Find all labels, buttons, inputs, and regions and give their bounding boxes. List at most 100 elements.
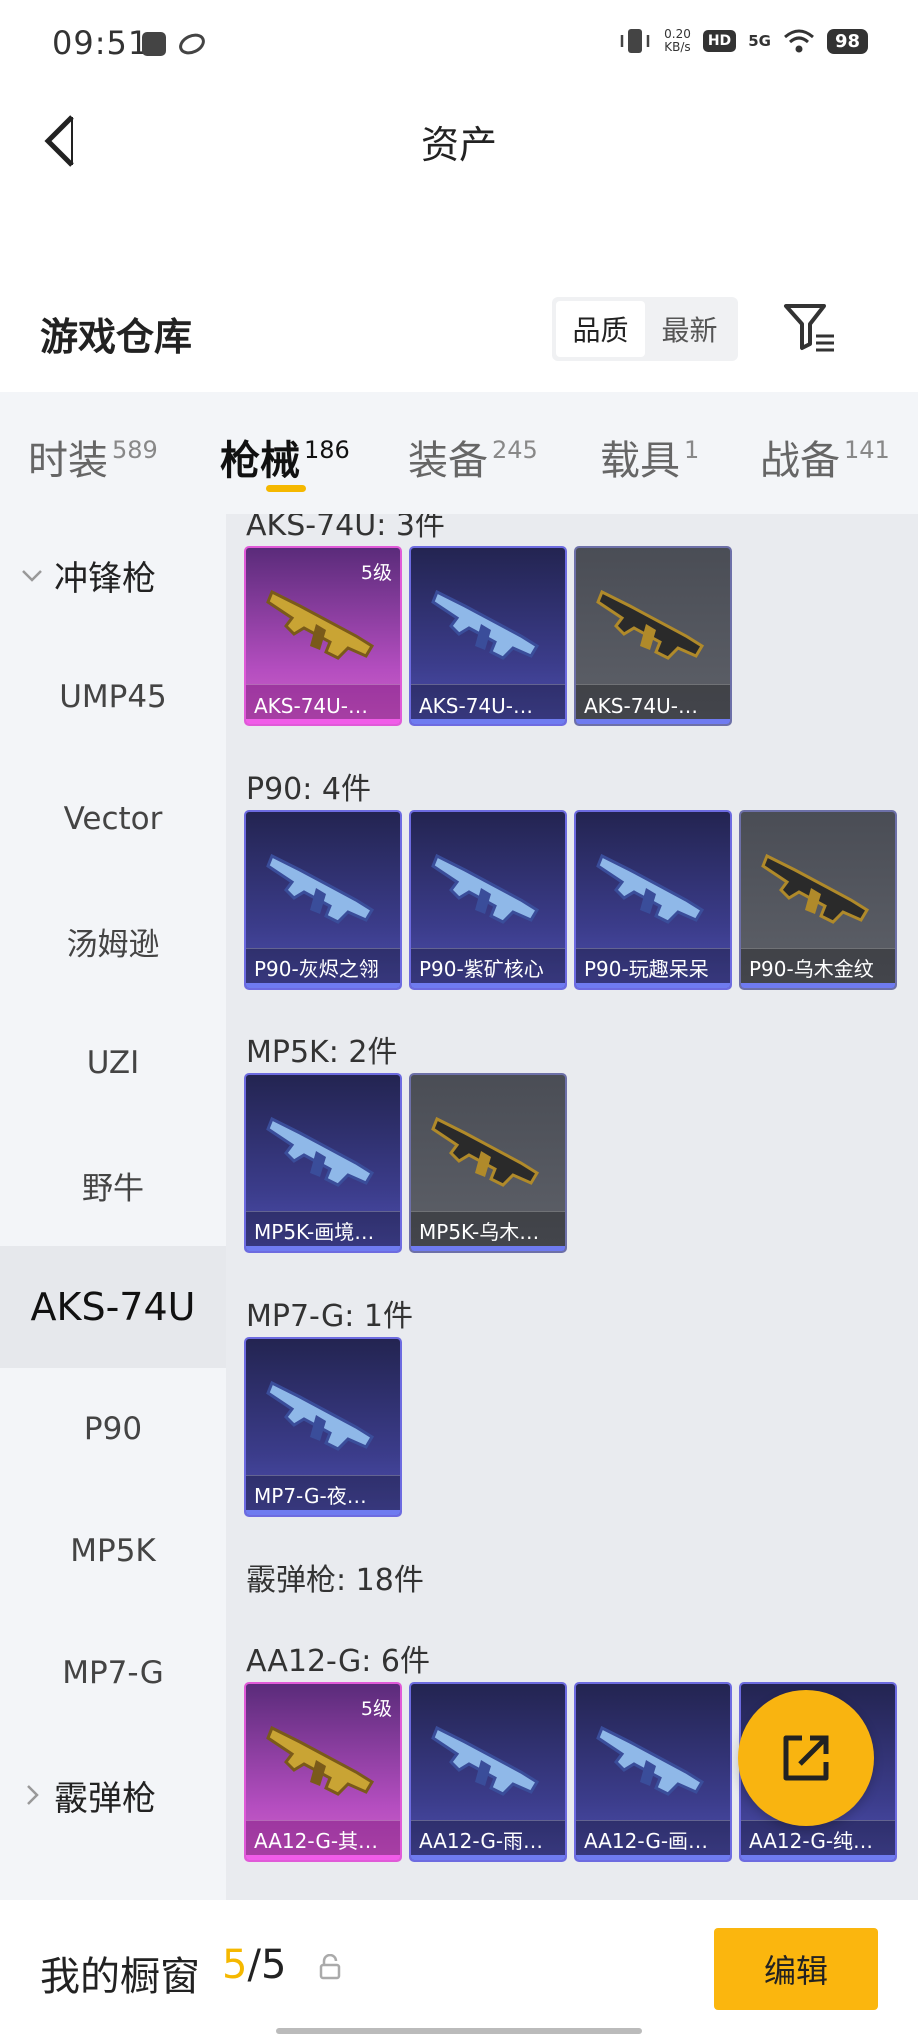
page-title: 资产 xyxy=(420,123,497,167)
showcase-bar: 我的橱窗 5/5 编辑 xyxy=(0,1900,918,2040)
tab-firearms[interactable]: 枪械 186 xyxy=(220,428,350,486)
p90-black-icon xyxy=(761,853,870,924)
quality-stripe xyxy=(246,1855,400,1860)
rifle-blue-icon xyxy=(431,589,540,660)
sidebar-group-smg[interactable]: 冲锋枪 xyxy=(0,514,226,636)
quality-stripe xyxy=(576,983,730,988)
sidebar-item-uzi[interactable]: UZI xyxy=(0,1002,226,1124)
quality-stripe xyxy=(576,719,730,724)
tab-equipment[interactable]: 装备 245 xyxy=(408,428,538,486)
weapon-card[interactable]: MP7-G-夜… xyxy=(244,1337,402,1517)
chevron-down-icon xyxy=(22,570,42,582)
sort-newest-option[interactable]: 最新 xyxy=(645,301,734,357)
vibrate-icon xyxy=(620,29,650,53)
aa12-blue-icon xyxy=(596,1725,705,1796)
weapon-card[interactable]: P90-紫矿核心 xyxy=(409,810,567,990)
showcase-label: 我的橱窗 xyxy=(40,1954,200,2000)
rifle-black-icon xyxy=(596,589,705,660)
weapon-name: AKS-74U-… xyxy=(419,694,534,718)
chevron-right-icon xyxy=(27,1785,39,1805)
section-title: AKS-74U: 3件 xyxy=(246,514,445,543)
tab-supplies[interactable]: 战备 141 xyxy=(760,428,890,486)
weapon-card[interactable]: MP5K-画境… xyxy=(244,1073,402,1253)
weapon-card[interactable]: MP5K-乌木… xyxy=(409,1073,567,1253)
weapon-card[interactable]: 5级 AA12-G-其… xyxy=(244,1682,402,1862)
status-bar: 09:51 0.20 KB/s HD 5G 98 xyxy=(0,0,918,92)
weapon-name: MP5K-乌木… xyxy=(419,1220,540,1244)
p90-purple-icon xyxy=(431,853,540,924)
sidebar-item-bizon[interactable]: 野牛 xyxy=(0,1124,226,1246)
quality-stripe xyxy=(246,1510,400,1515)
battery-icon: 98 xyxy=(826,28,868,54)
section-title: MP7-G: 1件 xyxy=(246,1299,413,1334)
section-title: 霰弹枪: 18件 xyxy=(246,1563,424,1598)
tab-fashion[interactable]: 时装 589 xyxy=(28,428,158,486)
net-speed: 0.20 KB/s xyxy=(664,27,691,54)
p90-ash-icon xyxy=(266,853,375,924)
wifi-icon xyxy=(783,29,814,53)
weapon-card[interactable]: 5级 AKS-74U-… xyxy=(244,546,402,726)
weapon-name: P90-紫矿核心 xyxy=(419,957,544,981)
weapon-card[interactable]: P90-乌木金纹 xyxy=(739,810,897,990)
quality-stripe xyxy=(411,983,565,988)
warehouse-title: 游戏仓库 xyxy=(40,315,193,359)
filter-button[interactable] xyxy=(780,298,840,358)
network-5g-icon: 5G xyxy=(748,32,771,50)
quality-stripe xyxy=(741,983,895,988)
sidebar-item-p90[interactable]: P90 xyxy=(0,1368,226,1490)
header: 资产 xyxy=(0,92,918,192)
sidebar-group-shotgun[interactable]: 霰弹枪 xyxy=(0,1734,226,1856)
tab-vehicles[interactable]: 载具 1 xyxy=(600,428,699,486)
message-icon xyxy=(142,32,166,56)
section-title: AA12-G: 6件 xyxy=(246,1644,430,1679)
quality-stripe xyxy=(741,1855,895,1860)
weapon-type-sidebar: 冲锋枪 UMP45 Vector 汤姆逊 UZI 野牛 AKS-74U P90 … xyxy=(0,514,226,1900)
quality-stripe xyxy=(246,1246,400,1251)
weapon-name: AA12-G-画… xyxy=(584,1829,709,1853)
weapon-card[interactable]: AA12-G-画… xyxy=(574,1682,732,1862)
sidebar-item-mp5k[interactable]: MP5K xyxy=(0,1490,226,1612)
sidebar-item-aks74u[interactable]: AKS-74U xyxy=(0,1246,226,1368)
sidebar-item-ump45[interactable]: UMP45 xyxy=(0,636,226,758)
level-badge: 5级 xyxy=(360,562,392,584)
weapon-card[interactable]: P90-灰烬之翎 xyxy=(244,810,402,990)
weapon-name: AA12-G-雨… xyxy=(419,1829,544,1853)
lock-icon xyxy=(319,1954,341,1980)
weapon-name: AA12-G-纯… xyxy=(749,1829,874,1853)
weapon-name: MP7-G-夜… xyxy=(254,1484,367,1508)
weapon-card[interactable]: AKS-74U-… xyxy=(409,546,567,726)
section-title: MP5K: 2件 xyxy=(246,1035,398,1070)
showcase-count: 5/5 xyxy=(222,1942,287,1988)
sidebar-item-mp7g[interactable]: MP7-G xyxy=(0,1612,226,1734)
sort-toggle: 品质 最新 xyxy=(552,297,738,361)
quality-stripe xyxy=(246,719,400,724)
mp7-white-icon xyxy=(266,1380,375,1451)
weapon-card[interactable]: AA12-G-雨… xyxy=(409,1682,567,1862)
weapon-name: AKS-74U-… xyxy=(254,694,369,718)
weapon-name: P90-乌木金纹 xyxy=(749,957,874,981)
p90-green-icon xyxy=(596,853,705,924)
mp5k-blue-icon xyxy=(266,1116,375,1187)
sidebar-item-thompson[interactable]: 汤姆逊 xyxy=(0,880,226,1002)
edit-button[interactable]: 编辑 xyxy=(714,1928,878,2010)
quality-stripe xyxy=(246,983,400,988)
aa12-mint-icon xyxy=(431,1725,540,1796)
weapon-name: P90-玩趣呆呆 xyxy=(584,957,709,981)
quality-stripe xyxy=(411,1246,565,1251)
weapon-card[interactable]: P90-玩趣呆呆 xyxy=(574,810,732,990)
share-fab-button[interactable] xyxy=(738,1690,874,1826)
link-icon xyxy=(179,33,205,55)
level-badge: 5级 xyxy=(360,1698,392,1720)
sort-quality-option[interactable]: 品质 xyxy=(556,301,645,357)
status-right: 0.20 KB/s HD 5G 98 xyxy=(618,26,868,56)
hd-badge: HD xyxy=(702,30,737,52)
active-tab-indicator xyxy=(266,485,306,492)
quality-stripe xyxy=(411,719,565,724)
weapon-card[interactable]: AKS-74U-… xyxy=(574,546,732,726)
sidebar-item-vector[interactable]: Vector xyxy=(0,758,226,880)
section-title: P90: 4件 xyxy=(246,772,371,807)
weapon-name: MP5K-画境… xyxy=(254,1220,375,1244)
mp5k-gold-icon xyxy=(431,1116,540,1187)
category-tabs: 时装 589 枪械 186 装备 245 载具 1 战备 141 xyxy=(0,392,918,514)
status-time: 09:51 xyxy=(52,24,150,62)
